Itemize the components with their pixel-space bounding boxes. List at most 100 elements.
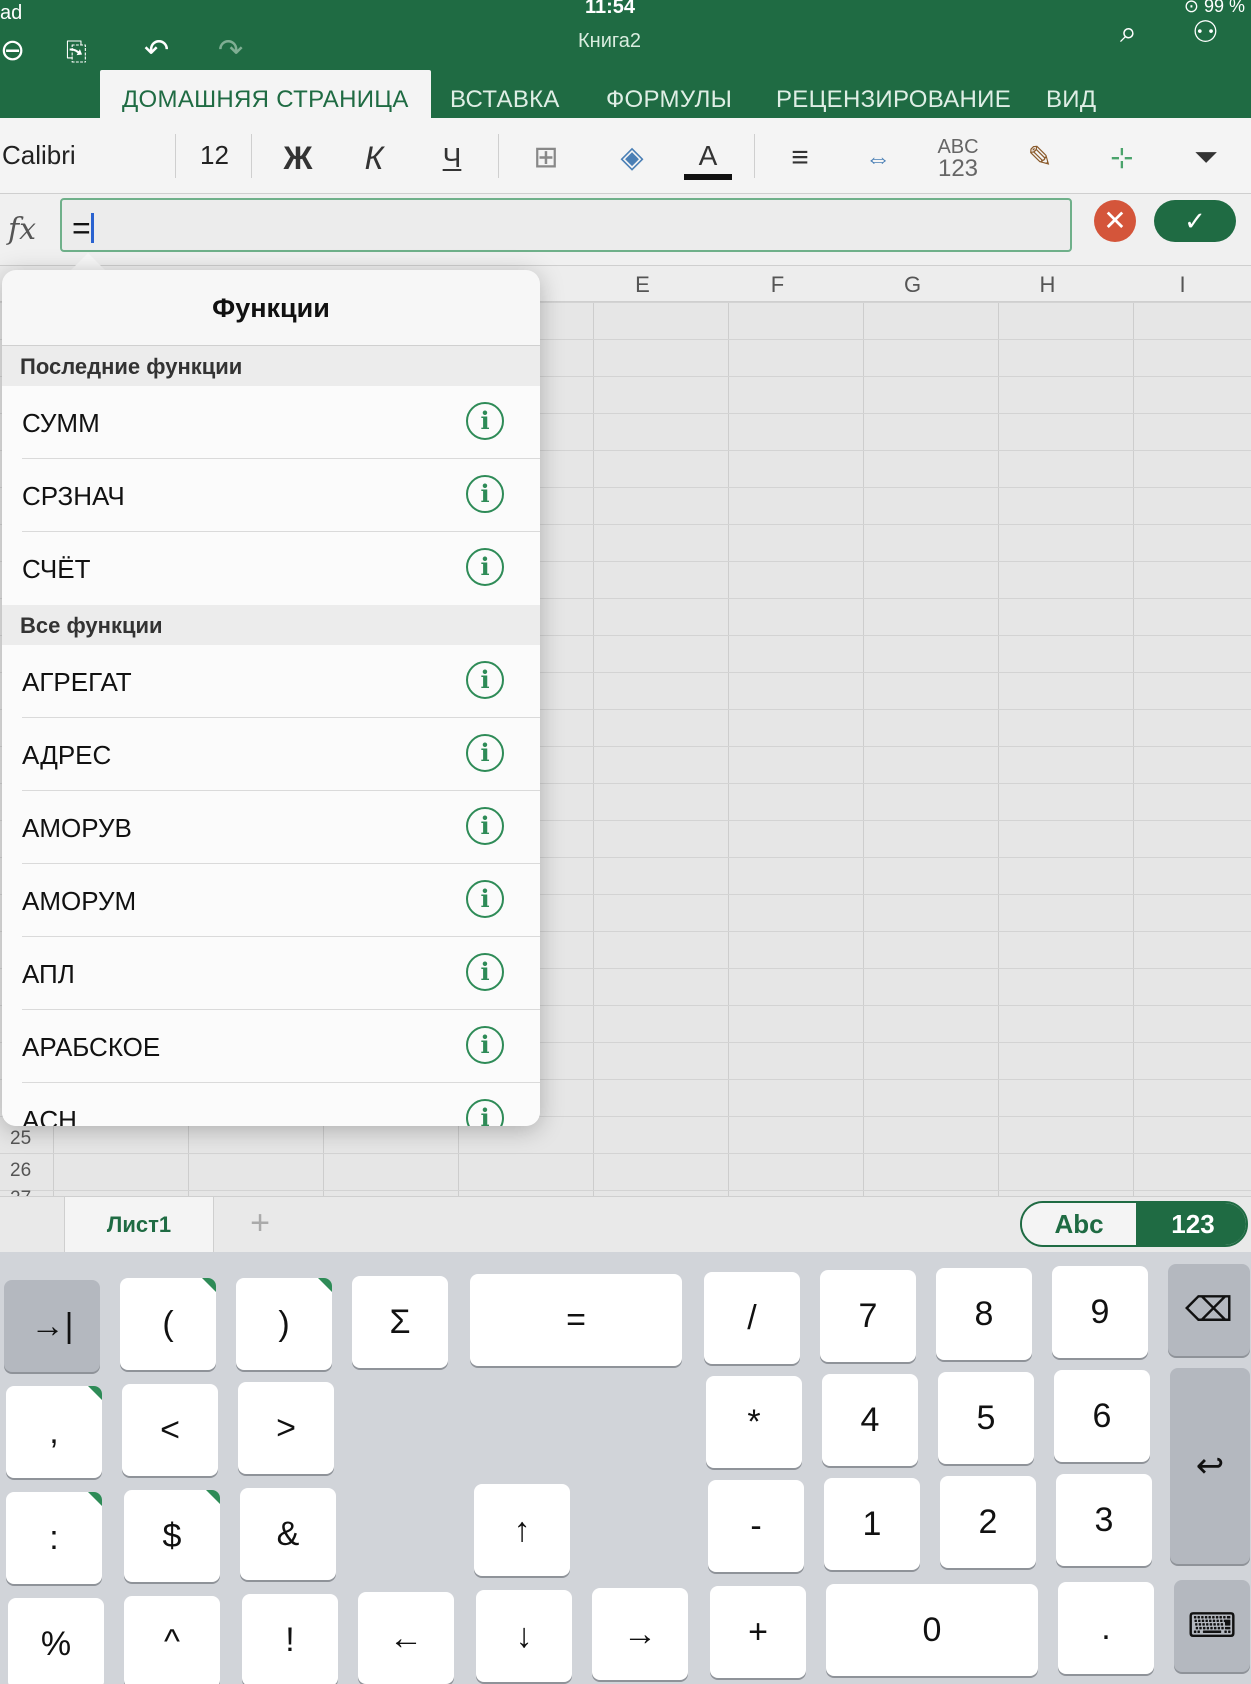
borders-icon[interactable]: ⊞ (528, 136, 564, 180)
key-6[interactable]: 6 (1054, 1370, 1150, 1462)
number-format-button[interactable]: ABC 123 (934, 136, 982, 181)
key-greater-than[interactable]: > (238, 1382, 334, 1474)
key-exclamation[interactable]: ! (242, 1594, 338, 1684)
sheet-tab-active[interactable]: Лист1 (64, 1197, 214, 1253)
search-icon[interactable]: ⌕ (1120, 18, 1137, 48)
key-2[interactable]: 2 (940, 1476, 1036, 1568)
key-5[interactable]: 5 (938, 1372, 1034, 1464)
function-item[interactable]: ACH i (2, 1083, 540, 1126)
info-icon[interactable]: i (466, 953, 504, 991)
font-size-picker[interactable]: 12 (178, 134, 252, 178)
info-icon[interactable]: i (466, 807, 504, 845)
key-slash[interactable]: / (704, 1272, 800, 1364)
function-item[interactable]: АПЛ i (2, 937, 540, 1010)
function-icon[interactable]: fx (8, 212, 36, 247)
function-item[interactable]: АМОРУВ i (2, 791, 540, 864)
tab-insert[interactable]: ВСТАВКА (450, 76, 560, 118)
key-plus[interactable]: + (710, 1586, 806, 1678)
tab-view[interactable]: ВИД (1046, 76, 1096, 118)
redo-icon[interactable]: ↷ (218, 36, 243, 66)
key-equals[interactable]: = (470, 1274, 682, 1366)
key-close-paren[interactable]: ) (236, 1278, 332, 1370)
insert-delete-cells-icon[interactable]: ⊹ (1098, 136, 1146, 180)
confirm-edit-button[interactable]: ✓ (1154, 200, 1236, 242)
key-dollar[interactable]: $ (124, 1490, 220, 1582)
info-icon[interactable]: i (466, 475, 504, 513)
row-header[interactable]: 26 (10, 1160, 31, 1182)
info-icon[interactable]: i (466, 548, 504, 586)
file-menu-icon[interactable]: ⎘ (66, 38, 87, 64)
function-item[interactable]: СЧЁТ i (2, 532, 540, 605)
info-icon[interactable]: i (466, 1026, 504, 1064)
function-item[interactable]: СУММ i (2, 386, 540, 459)
font-name-picker[interactable]: Calibri (0, 134, 176, 178)
info-icon[interactable]: i (466, 1099, 504, 1126)
tab-home[interactable]: ДОМАШНЯЯ СТРАНИЦА (100, 70, 431, 118)
row-header[interactable]: 25 (10, 1128, 31, 1150)
function-item[interactable]: АРАБСКОЕ i (2, 1010, 540, 1083)
key-caret[interactable]: ^ (124, 1596, 220, 1684)
key-open-paren[interactable]: ( (120, 1278, 216, 1370)
info-icon[interactable]: i (466, 661, 504, 699)
key-9[interactable]: 9 (1052, 1266, 1148, 1358)
fill-color-icon[interactable]: ◈ (608, 136, 656, 180)
share-person-icon[interactable]: ⚇ (1192, 18, 1219, 48)
status-time: 11:54 (585, 0, 636, 18)
keyboard-123-button[interactable]: 123 (1136, 1203, 1246, 1245)
key-backspace[interactable]: ⌫ (1168, 1264, 1250, 1356)
key-0[interactable]: 0 (826, 1584, 1038, 1676)
sort-filter-icon[interactable]: ⏷ (1176, 136, 1236, 180)
key-ampersand[interactable]: & (240, 1488, 336, 1580)
key-colon[interactable]: : (6, 1492, 102, 1584)
key-4[interactable]: 4 (822, 1374, 918, 1466)
font-color-button[interactable]: A (684, 136, 732, 180)
key-multiply[interactable]: * (706, 1376, 802, 1468)
cell-styles-brush-icon[interactable]: ✎ (1016, 136, 1064, 180)
key-arrow-left[interactable]: ← (358, 1592, 454, 1684)
key-tab[interactable]: →| (4, 1280, 100, 1372)
merge-cells-icon[interactable]: ⇔ (856, 136, 900, 180)
function-item[interactable]: АМОРУМ i (2, 864, 540, 937)
key-decimal[interactable]: . (1058, 1582, 1154, 1674)
key-comma[interactable]: , (6, 1386, 102, 1478)
column-header[interactable]: E (575, 272, 710, 298)
cancel-edit-button[interactable]: ✕ (1094, 200, 1136, 242)
bold-button[interactable]: Ж (276, 136, 320, 180)
info-icon[interactable]: i (466, 880, 504, 918)
function-name: АГРЕГАТ (22, 667, 132, 697)
formula-input[interactable]: = (60, 198, 1072, 252)
status-carrier: ad (0, 2, 23, 24)
key-7[interactable]: 7 (820, 1270, 916, 1362)
column-header[interactable]: F (710, 272, 845, 298)
info-icon[interactable]: i (466, 402, 504, 440)
row-header[interactable]: 27 (10, 1188, 31, 1196)
tab-formulas[interactable]: ФОРМУЛЫ (606, 76, 732, 118)
key-1[interactable]: 1 (824, 1478, 920, 1570)
tab-review[interactable]: РЕЦЕНЗИРОВАНИЕ (776, 76, 1011, 118)
key-arrow-down[interactable]: ↓ (476, 1590, 572, 1682)
key-arrow-right[interactable]: → (592, 1588, 688, 1680)
function-item[interactable]: АДРЕС i (2, 718, 540, 791)
function-item[interactable]: СРЗНАЧ i (2, 459, 540, 532)
keyboard-dismiss-icon[interactable]: ⌨ (1174, 1580, 1250, 1672)
key-less-than[interactable]: < (122, 1384, 218, 1476)
info-icon[interactable]: i (466, 734, 504, 772)
key-return[interactable]: ↩ (1170, 1368, 1250, 1564)
column-header[interactable]: G (845, 272, 980, 298)
align-left-icon[interactable]: ≡ (780, 136, 820, 180)
add-sheet-button[interactable]: + (230, 1197, 290, 1253)
underline-button[interactable]: Ч (430, 136, 474, 180)
key-8[interactable]: 8 (936, 1268, 1032, 1360)
key-percent[interactable]: % (8, 1598, 104, 1684)
keyboard-abc-button[interactable]: Abc (1022, 1203, 1136, 1245)
key-arrow-up[interactable]: ↑ (474, 1484, 570, 1576)
column-header[interactable]: I (1115, 272, 1250, 298)
undo-icon[interactable]: ↶ (144, 36, 169, 66)
function-item[interactable]: АГРЕГАТ i (2, 645, 540, 718)
key-sum[interactable]: Σ (352, 1276, 448, 1368)
key-3[interactable]: 3 (1056, 1474, 1152, 1566)
italic-button[interactable]: К (352, 136, 396, 180)
back-icon[interactable]: ⊖ (0, 36, 25, 66)
column-header[interactable]: H (980, 272, 1115, 298)
key-minus[interactable]: - (708, 1480, 804, 1572)
